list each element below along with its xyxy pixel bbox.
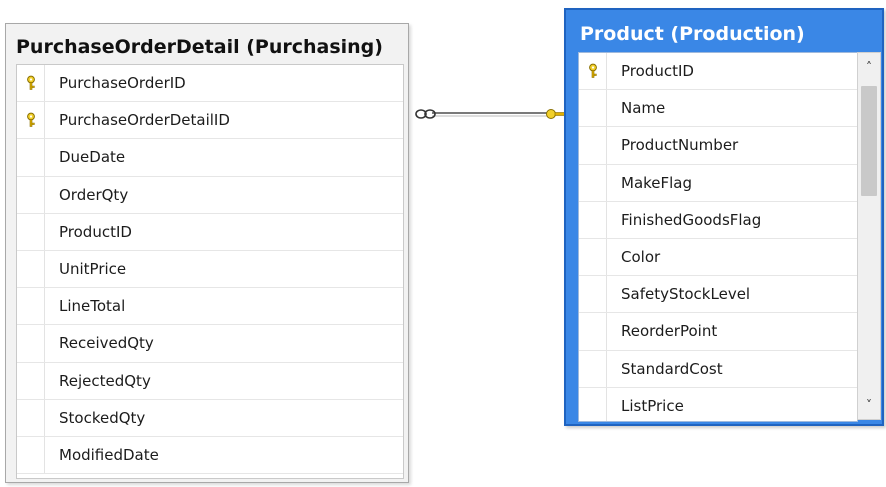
key-icon	[25, 112, 37, 128]
column-row[interactable]: RejectedQty	[17, 362, 403, 400]
column-name: PurchaseOrderDetailID	[59, 111, 230, 130]
column-name: DueDate	[59, 148, 126, 167]
row-selector[interactable]	[17, 176, 45, 213]
column-row[interactable]: ReorderPoint	[579, 313, 857, 351]
column-name: SafetyStockLevel	[621, 285, 751, 304]
column-row[interactable]: ReceivedQty	[17, 325, 403, 363]
column-name: FinishedGoodsFlag	[621, 210, 762, 229]
row-selector[interactable]	[579, 238, 607, 276]
vertical-scrollbar[interactable]: ˄ ˅	[857, 52, 881, 420]
row-selector[interactable]	[17, 102, 45, 139]
row-selector[interactable]	[579, 53, 607, 90]
row-selector[interactable]	[579, 276, 607, 313]
row-selector[interactable]	[17, 362, 45, 399]
column-name: ModifiedDate	[59, 445, 159, 464]
table-title[interactable]: Product (Production)	[566, 10, 882, 50]
chevron-down-icon[interactable]: ˅	[858, 393, 880, 417]
column-row[interactable]: ProductNumber	[579, 127, 857, 165]
column-row[interactable]: LineTotal	[17, 288, 403, 326]
purchase-order-detail-table[interactable]: PurchaseOrderDetail (Purchasing) Purchas…	[5, 23, 409, 483]
column-name: ProductNumber	[621, 136, 739, 155]
column-name: StockedQty	[59, 408, 146, 427]
column-list: PurchaseOrderID PurchaseOrderDetailID DueD…	[16, 64, 404, 479]
column-row[interactable]: PurchaseOrderID	[17, 65, 403, 103]
column-name: StandardCost	[621, 359, 723, 378]
one-end-key-icon	[546, 109, 566, 119]
column-row[interactable]: FinishedGoodsFlag	[579, 201, 857, 239]
column-name: PurchaseOrderID	[59, 74, 186, 93]
relationship-line[interactable]	[432, 112, 548, 117]
row-selector[interactable]	[579, 313, 607, 350]
row-selector[interactable]	[579, 201, 607, 238]
column-row[interactable]: DueDate	[17, 139, 403, 177]
key-icon	[587, 63, 599, 79]
row-selector[interactable]	[17, 250, 45, 288]
row-selector[interactable]	[17, 436, 45, 474]
column-name: MakeFlag	[621, 173, 693, 192]
row-selector[interactable]	[17, 139, 45, 176]
row-selector[interactable]	[17, 325, 45, 362]
table-title[interactable]: PurchaseOrderDetail (Purchasing)	[6, 24, 408, 62]
column-name: ListPrice	[621, 396, 684, 415]
row-selector[interactable]	[579, 164, 607, 201]
column-name: UnitPrice	[59, 260, 127, 279]
column-name: Color	[621, 248, 661, 267]
column-name: RejectedQty	[59, 371, 151, 390]
row-selector[interactable]	[17, 65, 45, 102]
column-name: ReceivedQty	[59, 334, 154, 353]
row-selector[interactable]	[579, 350, 607, 387]
column-row[interactable]: StockedQty	[17, 399, 403, 437]
column-name: ProductID	[621, 62, 694, 81]
row-selector[interactable]	[579, 127, 607, 164]
column-row[interactable]: ListPrice	[579, 387, 857, 421]
column-row[interactable]: ProductID	[579, 53, 857, 91]
column-row[interactable]: SafetyStockLevel	[579, 276, 857, 314]
column-row[interactable]: PurchaseOrderDetailID	[17, 102, 403, 140]
column-row[interactable]: ProductID	[17, 213, 403, 251]
column-name: Name	[621, 99, 666, 118]
chevron-up-icon[interactable]: ˄	[858, 55, 880, 79]
column-row[interactable]: UnitPrice	[17, 250, 403, 289]
column-name: LineTotal	[59, 297, 126, 316]
column-row[interactable]: Color	[579, 238, 857, 277]
column-name: ProductID	[59, 222, 132, 241]
scroll-thumb[interactable]	[861, 86, 877, 196]
row-selector[interactable]	[17, 288, 45, 325]
row-selector[interactable]	[579, 90, 607, 127]
row-selector[interactable]	[17, 399, 45, 436]
column-name: ReorderPoint	[621, 322, 718, 341]
column-row[interactable]: OrderQty	[17, 176, 403, 214]
column-row[interactable]: StandardCost	[579, 350, 857, 388]
column-row[interactable]: ModifiedDate	[17, 436, 403, 475]
column-row[interactable]: MakeFlag	[579, 164, 857, 202]
product-table[interactable]: Product (Production) ProductID Name Produc…	[564, 8, 884, 426]
column-row[interactable]: Name	[579, 90, 857, 128]
row-selector[interactable]	[17, 213, 45, 250]
column-list: ProductID Name ProductNumber MakeFlag Finish…	[578, 52, 858, 422]
column-name: OrderQty	[59, 185, 129, 204]
key-icon	[25, 75, 37, 91]
row-selector[interactable]	[579, 387, 607, 421]
